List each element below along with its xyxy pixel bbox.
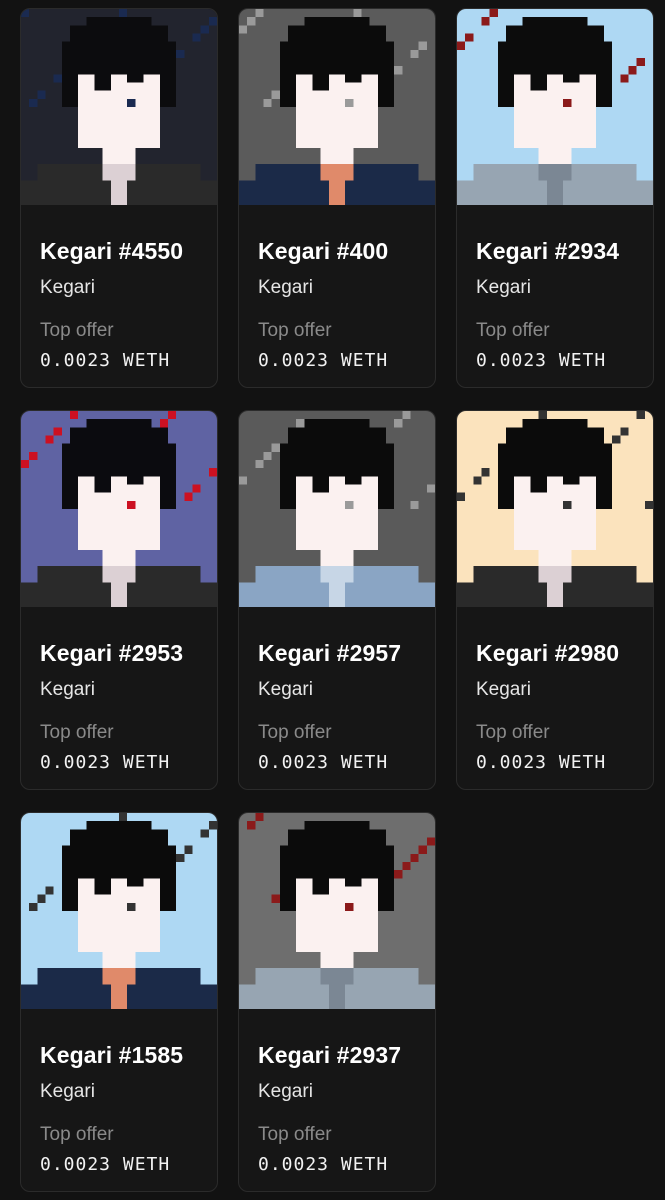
top-offer-label: Top offer: [258, 320, 332, 341]
pixel-avatar: [21, 813, 217, 1009]
top-offer-value: 0.0023 WETH: [40, 350, 171, 371]
top-offer-label: Top offer: [476, 320, 550, 341]
top-offer-label: Top offer: [40, 1124, 114, 1145]
nft-card[interactable]: Kegari #2934 Kegari Top offer 0.0023 WET…: [456, 8, 654, 388]
nft-name[interactable]: Kegari #2980: [476, 639, 634, 667]
nft-name[interactable]: Kegari #4550: [40, 237, 198, 265]
top-offer-label: Top offer: [40, 722, 114, 743]
top-offer-value: 0.0023 WETH: [476, 350, 607, 371]
collection-name: Kegari: [258, 1081, 313, 1102]
top-offer-value: 0.0023 WETH: [258, 350, 389, 371]
collection-name: Kegari: [40, 1081, 95, 1102]
nft-grid: Kegari #4550 Kegari Top offer 0.0023 WET…: [20, 8, 656, 1192]
nft-card[interactable]: Kegari #2937 Kegari Top offer 0.0023 WET…: [238, 812, 436, 1192]
top-offer-value: 0.0023 WETH: [476, 752, 607, 773]
nft-card[interactable]: Kegari #2957 Kegari Top offer 0.0023 WET…: [238, 410, 436, 790]
top-offer-value: 0.0023 WETH: [40, 1154, 171, 1175]
nft-image[interactable]: [239, 9, 435, 205]
nft-name[interactable]: Kegari #2934: [476, 237, 634, 265]
nft-image[interactable]: [457, 9, 653, 205]
top-offer-label: Top offer: [258, 1124, 332, 1145]
nft-card[interactable]: Kegari #400 Kegari Top offer 0.0023 WETH: [238, 8, 436, 388]
nft-name[interactable]: Kegari #2937: [258, 1041, 416, 1069]
collection-name: Kegari: [40, 679, 95, 700]
nft-image[interactable]: [21, 813, 217, 1009]
top-offer-value: 0.0023 WETH: [258, 1154, 389, 1175]
nft-card[interactable]: Kegari #2980 Kegari Top offer 0.0023 WET…: [456, 410, 654, 790]
pixel-avatar: [457, 411, 653, 607]
pixel-avatar: [239, 9, 435, 205]
top-offer-value: 0.0023 WETH: [40, 752, 171, 773]
nft-name[interactable]: Kegari #2953: [40, 639, 198, 667]
top-offer-label: Top offer: [258, 722, 332, 743]
top-offer-label: Top offer: [476, 722, 550, 743]
nft-image[interactable]: [239, 411, 435, 607]
nft-image[interactable]: [21, 9, 217, 205]
nft-name[interactable]: Kegari #1585: [40, 1041, 198, 1069]
pixel-avatar: [21, 411, 217, 607]
collection-name: Kegari: [476, 277, 531, 298]
top-offer-label: Top offer: [40, 320, 114, 341]
nft-image[interactable]: [21, 411, 217, 607]
top-offer-value: 0.0023 WETH: [258, 752, 389, 773]
pixel-avatar: [239, 813, 435, 1009]
nft-name[interactable]: Kegari #400: [258, 237, 416, 265]
collection-name: Kegari: [258, 679, 313, 700]
nft-card[interactable]: Kegari #4550 Kegari Top offer 0.0023 WET…: [20, 8, 218, 388]
nft-card[interactable]: Kegari #2953 Kegari Top offer 0.0023 WET…: [20, 410, 218, 790]
collection-name: Kegari: [40, 277, 95, 298]
pixel-avatar: [457, 9, 653, 205]
nft-image[interactable]: [239, 813, 435, 1009]
collection-name: Kegari: [258, 277, 313, 298]
pixel-avatar: [21, 9, 217, 205]
collection-name: Kegari: [476, 679, 531, 700]
nft-card[interactable]: Kegari #1585 Kegari Top offer 0.0023 WET…: [20, 812, 218, 1192]
nft-image[interactable]: [457, 411, 653, 607]
nft-name[interactable]: Kegari #2957: [258, 639, 416, 667]
pixel-avatar: [239, 411, 435, 607]
